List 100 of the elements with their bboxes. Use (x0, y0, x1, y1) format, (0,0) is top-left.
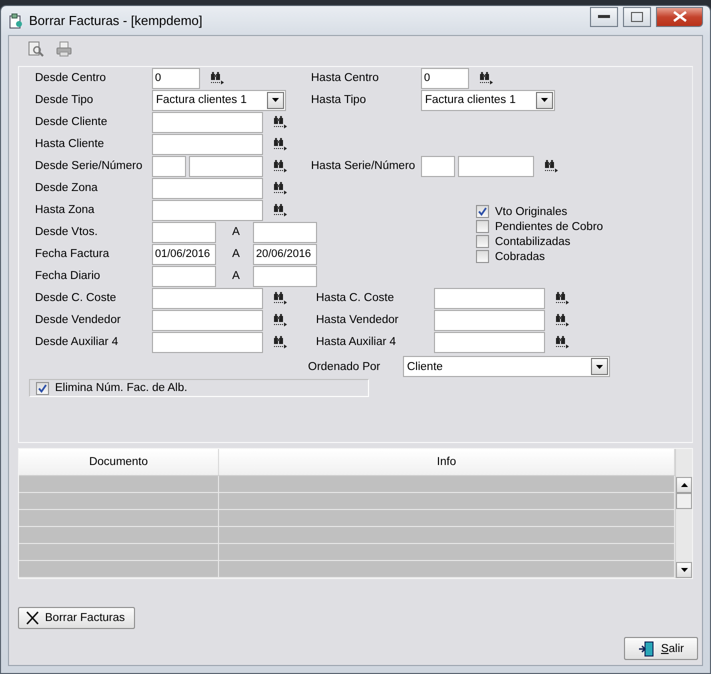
dropdown[interactable]: Cliente (403, 356, 610, 377)
down-arrow-icon (272, 98, 279, 102)
date-field[interactable] (253, 222, 317, 242)
binoculars-icon[interactable] (555, 335, 570, 349)
app-icon (8, 12, 24, 28)
input-field[interactable]: 0 (152, 68, 200, 88)
input-field[interactable] (152, 178, 263, 198)
date-field[interactable]: 20/06/2016 (253, 244, 317, 264)
input-field[interactable] (152, 200, 263, 220)
binoculars-icon[interactable] (210, 71, 225, 85)
date-field[interactable]: 01/06/2016 (152, 244, 216, 264)
close-button[interactable] (656, 6, 703, 26)
print-preview-icon[interactable] (28, 40, 44, 56)
door-icon (638, 640, 656, 656)
down-arrow-icon (680, 568, 688, 572)
binoculars-icon[interactable] (479, 71, 494, 85)
check-icon (478, 207, 487, 216)
dropdown-button[interactable] (591, 358, 608, 375)
range-separator: A (231, 270, 241, 282)
minimize-icon (598, 14, 610, 18)
field-label: Fecha Factura (35, 248, 110, 260)
checkbox[interactable] (36, 382, 49, 394)
window-title: Borrar Facturas - [kempdemo] (29, 13, 202, 28)
field-label: Hasta Serie/Número (311, 160, 416, 172)
field-label: Hasta Centro (311, 72, 380, 84)
checkbox[interactable] (476, 220, 489, 233)
field-label: Desde Tipo (35, 94, 94, 106)
binoculars-icon[interactable] (273, 115, 288, 129)
input-field[interactable] (152, 156, 186, 176)
dropdown[interactable]: Factura clientes 1 (421, 90, 555, 110)
dropdown[interactable]: Factura clientes 1 (152, 90, 286, 110)
input-field[interactable] (152, 112, 263, 132)
field-label: Hasta C. Coste (316, 292, 395, 304)
minimize-button[interactable] (590, 6, 618, 26)
binoculars-icon[interactable] (273, 159, 288, 173)
input-field[interactable] (434, 310, 545, 330)
input-field[interactable] (189, 156, 263, 176)
column-header[interactable]: Documento (19, 449, 219, 476)
close-icon (672, 11, 686, 22)
input-field[interactable] (458, 156, 534, 176)
input-field[interactable] (152, 332, 263, 352)
range-separator: A (231, 226, 241, 238)
binoculars-icon[interactable] (273, 313, 288, 327)
field-label: Desde Serie/Número (35, 160, 144, 172)
delete-invoices-button[interactable]: Borrar Facturas (18, 607, 135, 629)
field-label: Hasta Vendedor (316, 314, 400, 326)
checkbox-label: Elimina Núm. Fac. de Alb. (55, 382, 188, 394)
binoculars-icon[interactable] (273, 181, 288, 195)
exit-button[interactable]: Salir (624, 637, 698, 660)
checkbox-label: Cobradas (495, 250, 545, 262)
scroll-down-button[interactable] (676, 562, 692, 578)
binoculars-icon[interactable] (273, 335, 288, 349)
dropdown-button[interactable] (267, 92, 284, 108)
printer-icon[interactable] (56, 40, 72, 56)
maximize-button[interactable] (623, 6, 651, 26)
binoculars-icon[interactable] (273, 291, 288, 305)
checkbox[interactable] (476, 235, 489, 248)
field-label: Desde Vendedor (35, 314, 122, 326)
input-field[interactable] (152, 134, 263, 154)
input-field[interactable] (434, 288, 545, 308)
checkbox-label: Contabilizadas (495, 236, 570, 248)
field-label: Desde Vtos. (35, 226, 99, 238)
input-field[interactable] (421, 156, 455, 176)
field-label: Desde Cliente (35, 116, 108, 128)
down-arrow-icon (596, 364, 603, 368)
date-field[interactable] (253, 266, 317, 286)
field-label: Desde C. Coste (35, 292, 118, 304)
binoculars-icon[interactable] (273, 137, 288, 151)
field-label: Fecha Diario (35, 270, 102, 282)
field-label: Ordenado Por (308, 360, 382, 372)
binoculars-icon[interactable] (555, 291, 570, 305)
up-arrow-icon (680, 483, 688, 487)
input-field[interactable]: 0 (421, 68, 469, 88)
range-separator: A (231, 248, 241, 260)
checkbox-label: Pendientes de Cobro (495, 220, 604, 232)
date-field[interactable] (152, 266, 216, 286)
scroll-thumb[interactable] (676, 493, 692, 509)
checkbox-label: Vto Originales (495, 206, 568, 218)
binoculars-icon[interactable] (544, 159, 559, 173)
date-field[interactable] (152, 222, 216, 242)
down-arrow-icon (541, 98, 548, 102)
checkbox[interactable] (476, 205, 489, 218)
binoculars-icon[interactable] (273, 203, 288, 217)
field-label: Desde Zona (35, 182, 99, 194)
input-field[interactable] (434, 332, 545, 352)
binoculars-icon[interactable] (555, 313, 570, 327)
input-field[interactable] (152, 310, 263, 330)
field-label: Desde Auxiliar 4 (35, 336, 120, 348)
field-label: Hasta Cliente (35, 138, 106, 150)
field-label: Hasta Zona (35, 204, 96, 216)
field-label: Hasta Tipo (311, 94, 367, 106)
maximize-icon (631, 12, 643, 22)
cross-icon (26, 611, 40, 625)
checkbox[interactable] (476, 250, 489, 263)
scroll-up-button[interactable] (676, 477, 692, 493)
field-label: Desde Centro (35, 72, 107, 84)
field-label: Hasta Auxiliar 4 (316, 336, 397, 348)
check-icon (38, 384, 47, 392)
dropdown-button[interactable] (536, 92, 553, 108)
input-field[interactable] (152, 288, 263, 308)
